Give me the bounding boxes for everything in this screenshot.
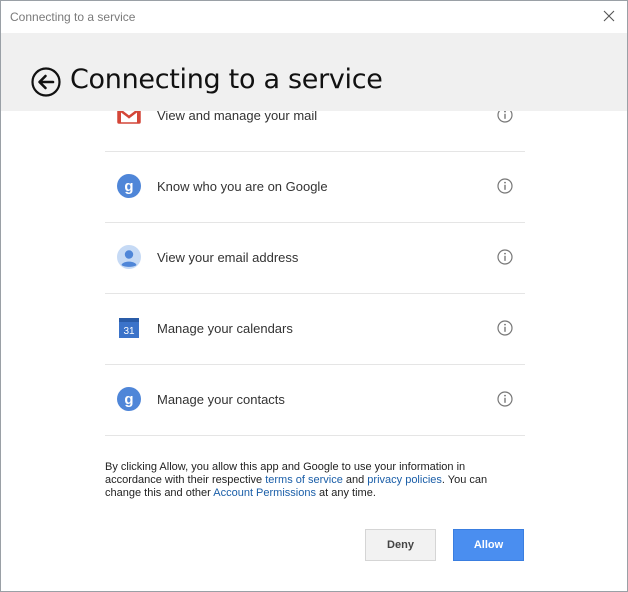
permission-list: View and manage your mail g Know who you… [105,111,525,436]
title-bar: Connecting to a service [1,1,627,33]
permission-label: Manage your calendars [157,321,293,336]
consent-text: By clicking Allow, you allow this app an… [105,461,525,500]
permission-label: View and manage your mail [157,111,318,123]
account-permissions-link[interactable]: Account Permissions [213,487,316,499]
svg-text:g: g [124,178,133,195]
dialog-window: Connecting to a service Connecting to a … [0,0,628,592]
info-icon[interactable] [497,178,513,194]
window-title: Connecting to a service [10,10,136,24]
google-g-icon: g [117,387,141,411]
list-item: 31 Manage your calendars [105,294,525,365]
consent-text-part: and [342,474,368,486]
info-icon[interactable] [497,111,513,123]
calendar-icon: 31 [119,318,139,338]
page-title: Connecting to a service [70,64,383,95]
terms-of-service-link[interactable]: terms of service [265,474,343,486]
list-item: View your email address [105,223,525,294]
allow-button[interactable]: Allow [453,529,524,561]
page-header: Connecting to a service [1,33,627,111]
list-item: View and manage your mail [105,111,525,152]
permission-label: View your email address [157,250,299,265]
profile-avatar-icon [117,245,141,269]
privacy-policies-link[interactable]: privacy policies [367,474,442,486]
svg-text:g: g [124,391,133,408]
list-item: g Manage your contacts [105,365,525,436]
deny-button[interactable]: Deny [365,529,436,561]
info-icon[interactable] [497,391,513,407]
consent-text-part: at any time. [315,487,376,499]
back-button[interactable] [31,67,61,97]
info-icon[interactable] [497,249,513,265]
gmail-icon [117,111,141,124]
list-item: g Know who you are on Google [105,152,525,223]
permission-label: Manage your contacts [157,392,285,407]
back-arrow-icon [31,67,61,97]
close-button[interactable] [597,4,621,28]
info-icon[interactable] [497,320,513,336]
google-g-icon: g [117,174,141,198]
content-area: View and manage your mail g Know who you… [1,111,627,591]
close-icon [603,10,615,22]
calendar-date-text: 31 [123,326,135,337]
permission-label: Know who you are on Google [157,179,328,194]
